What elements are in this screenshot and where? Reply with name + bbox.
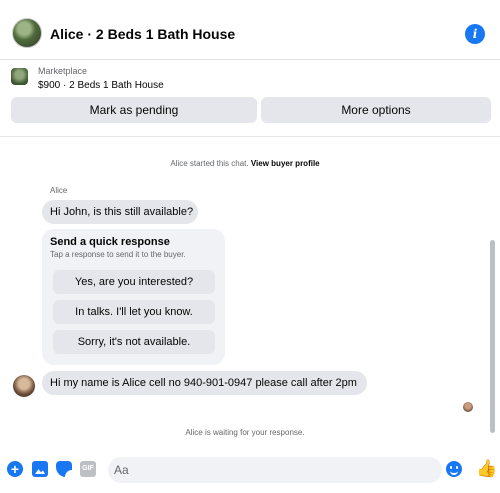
conversation-header: Alice · 2 Beds 1 Bath House i	[0, 0, 500, 60]
listing-thumbnail[interactable]	[11, 68, 28, 85]
like-icon[interactable]: 👍	[476, 460, 497, 478]
quick-response-title: Send a quick response	[50, 236, 170, 248]
conversation-title[interactable]: Alice · 2 Beds 1 Bath House	[50, 26, 235, 42]
message-input[interactable]	[108, 457, 442, 483]
emoji-icon[interactable]	[446, 461, 462, 477]
view-buyer-profile-link[interactable]: View buyer profile	[251, 159, 320, 168]
seen-avatar	[463, 402, 473, 412]
listing-avatar[interactable]	[12, 18, 42, 48]
gif-icon[interactable]: GIF	[80, 461, 96, 477]
sender-name: Alice	[50, 186, 68, 195]
chat-started-text: Alice started this chat.	[170, 159, 249, 168]
mark-as-pending-button[interactable]: Mark as pending	[11, 97, 257, 123]
chat-started-notice: Alice started this chat. View buyer prof…	[0, 159, 490, 168]
divider	[0, 136, 500, 137]
quick-response-in-talks-button[interactable]: In talks. I'll let you know.	[53, 300, 215, 324]
waiting-notice: Alice is waiting for your response.	[185, 428, 305, 437]
quick-response-not-available-button[interactable]: Sorry, it's not available.	[53, 330, 215, 354]
info-icon[interactable]: i	[465, 24, 485, 44]
listing-summary[interactable]: $900 · 2 Beds 1 Bath House	[38, 80, 164, 91]
marketplace-label: Marketplace	[38, 66, 88, 76]
quick-response-subtitle: Tap a response to send it to the buyer.	[50, 250, 186, 259]
quick-response-panel: Send a quick response Tap a response to …	[42, 229, 225, 365]
message-bubble-incoming[interactable]: Hi John, is this still available?	[42, 200, 198, 224]
sender-avatar[interactable]	[13, 375, 35, 397]
quick-response-yes-button[interactable]: Yes, are you interested?	[53, 270, 215, 294]
more-options-button[interactable]: More options	[261, 97, 491, 123]
plus-icon[interactable]: +	[7, 461, 23, 477]
photo-icon[interactable]	[32, 461, 48, 477]
message-bubble-incoming[interactable]: Hi my name is Alice cell no 940-901-0947…	[42, 371, 367, 395]
scrollbar[interactable]	[490, 240, 495, 433]
